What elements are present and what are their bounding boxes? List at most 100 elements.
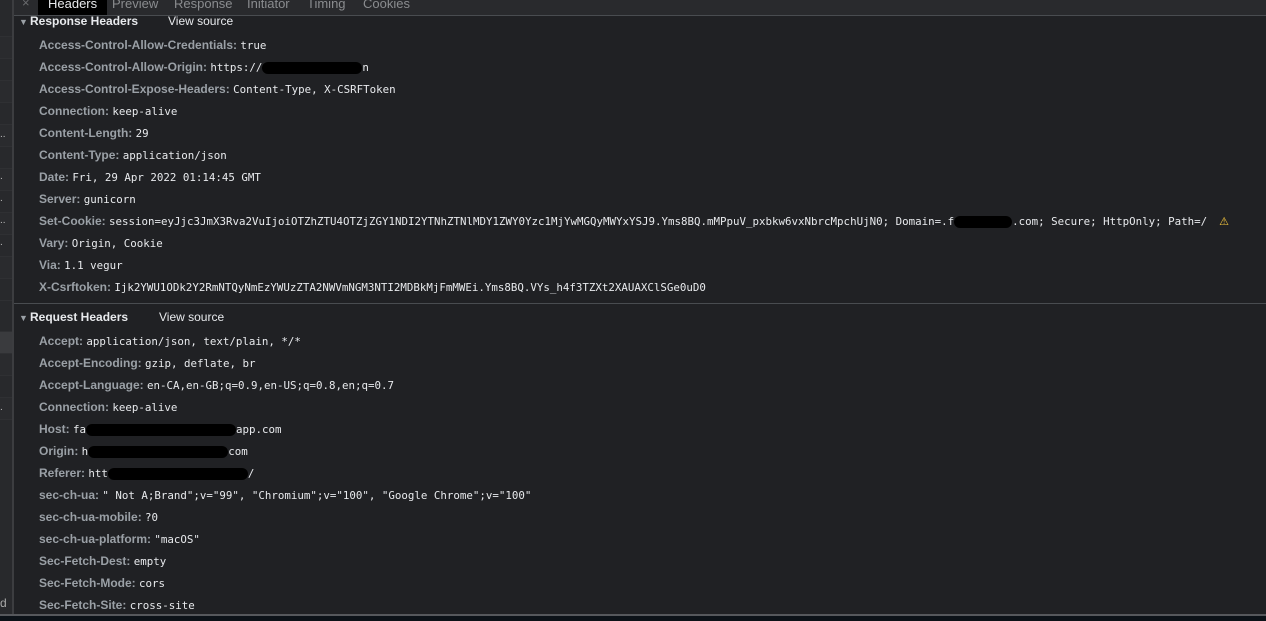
request-headers-section-header[interactable]: ▼ Request Headers View source [14,310,1266,332]
collapse-triangle-icon[interactable]: ▼ [19,17,28,27]
header-value: Fri, 29 Apr 2022 01:14:45 GMT [72,171,261,184]
header-row: Vary: Origin, Cookie [39,236,163,258]
request-row[interactable] [0,15,12,37]
header-value: 1.1 vegur [64,259,123,272]
header-row: sec-ch-ua-platform: "macOS" [39,532,200,554]
request-row[interactable] [0,37,12,59]
header-row: Access-Control-Allow-Origin: https:// n [39,60,369,82]
header-row: Connection: keep-alive [39,400,177,422]
collapse-triangle-icon[interactable]: ▼ [19,313,28,323]
header-value: fa [73,423,87,436]
header-value: application/json [122,149,227,162]
header-value: Ijk2YWU1ODk2Y2RmNTQyNmEzYWUzZTA2NWVmNGM3… [114,281,706,294]
request-row[interactable] [0,103,12,125]
header-value: session=eyJjc3JmX3Rva2VuIjoiOTZhZTU4OTZj… [109,215,955,228]
header-row: Access-Control-Expose-Headers: Content-T… [39,82,396,104]
header-name: Access-Control-Expose-Headers: [39,82,230,96]
truncated-text: . [0,402,3,413]
header-row: Content-Type: application/json [39,148,227,170]
header-value: true [240,39,267,52]
request-row[interactable] [0,279,12,301]
request-row[interactable] [0,81,12,103]
header-row: X-Csrftoken: Ijk2YWU1ODk2Y2RmNTQyNmEzYWU… [39,280,706,302]
header-value: https:// [210,61,263,74]
request-row[interactable] [0,310,12,332]
truncated-text: .. [0,215,6,226]
redaction-mark [86,423,237,436]
header-row: Server: gunicorn [39,192,136,214]
header-row: Sec-Fetch-Mode: cors [39,576,165,598]
header-value: Origin, Cookie [71,237,163,250]
tab-headers[interactable]: Headers [38,0,108,15]
section-title: Request Headers [30,310,129,324]
header-row: Sec-Fetch-Dest: empty [39,554,166,576]
tab-cookies[interactable]: Cookies [353,0,420,15]
header-row: Date: Fri, 29 Apr 2022 01:14:45 GMT [39,170,261,192]
header-value: cors [139,577,166,590]
request-row[interactable] [0,59,12,81]
tab-preview[interactable]: Preview [102,0,168,15]
redaction-mark [107,467,248,480]
truncated-text: . [0,237,3,248]
header-name: Vary: [39,236,69,250]
request-row[interactable] [0,147,12,169]
header-name: Date: [39,170,70,184]
header-row: Via: 1.1 vegur [39,258,123,280]
header-row: Accept: application/json, text/plain, */… [39,334,301,356]
redaction-mark [88,445,229,458]
header-name: Accept-Language: [39,378,144,392]
request-row[interactable] [0,376,12,398]
request-row[interactable] [0,354,12,376]
header-row: Access-Control-Allow-Credentials: true [39,38,266,60]
tab-timing[interactable]: Timing [297,0,356,15]
request-list-edge[interactable]: .. . . .. . . d [0,0,14,621]
header-name: Host: [39,422,70,436]
header-name: Connection: [39,400,109,414]
header-name: Referer: [39,466,86,480]
header-value: application/json, text/plain, */* [86,335,301,348]
request-row-selected[interactable] [0,332,12,354]
header-value: .com; Secure; HttpOnly; Path=/ [1012,215,1208,228]
header-value: empty [133,555,167,568]
header-name: Server: [39,192,81,206]
header-row: Referer: htt / [39,466,254,488]
header-value: htt [88,467,108,480]
response-headers-section-header[interactable]: ▼ Response Headers View source [14,14,1266,36]
section-divider [14,303,1266,304]
header-value: keep-alive [112,105,178,118]
request-row[interactable] [0,257,12,279]
header-value: Content-Type, X-CSRFToken [233,83,396,96]
header-row: Accept-Encoding: gzip, deflate, br [39,356,256,378]
header-name: Access-Control-Allow-Origin: [39,60,208,74]
header-value: 29 [135,127,149,140]
close-icon[interactable]: × [22,0,30,10]
header-name: sec-ch-ua-platform: [39,532,152,546]
header-row: Connection: keep-alive [39,104,177,126]
window-bottom-edge [0,614,1266,621]
header-value: gunicorn [83,193,136,206]
warning-icon[interactable]: ⚠ [1219,215,1229,229]
header-name: Access-Control-Allow-Credentials: [39,38,238,52]
truncated-text: .. [0,129,6,140]
view-source-button[interactable]: View source [168,14,233,28]
tab-response[interactable]: Response [164,0,243,15]
header-value: n [362,61,369,74]
header-value: com [228,445,248,458]
header-value: " Not A;Brand";v="99", "Chromium";v="100… [102,489,532,502]
header-name: Connection: [39,104,109,118]
tab-initiator[interactable]: Initiator [237,0,300,15]
header-name: Set-Cookie: [39,214,106,228]
header-row: Accept-Language: en-CA,en-GB;q=0.9,en-US… [39,378,394,400]
header-name: Content-Length: [39,126,133,140]
header-name: Content-Type: [39,148,120,162]
header-row: sec-ch-ua-mobile: ?0 [39,510,158,532]
view-source-button[interactable]: View source [159,310,224,324]
truncated-text: . [0,171,3,182]
header-name: X-Csrftoken: [39,280,112,294]
header-value: gzip, deflate, br [145,357,256,370]
header-row: Origin: h com [39,444,248,466]
header-row: Content-Length: 29 [39,126,149,148]
header-value: app.com [236,423,282,436]
redaction-mark [262,61,363,74]
header-name: Accept: [39,334,84,348]
